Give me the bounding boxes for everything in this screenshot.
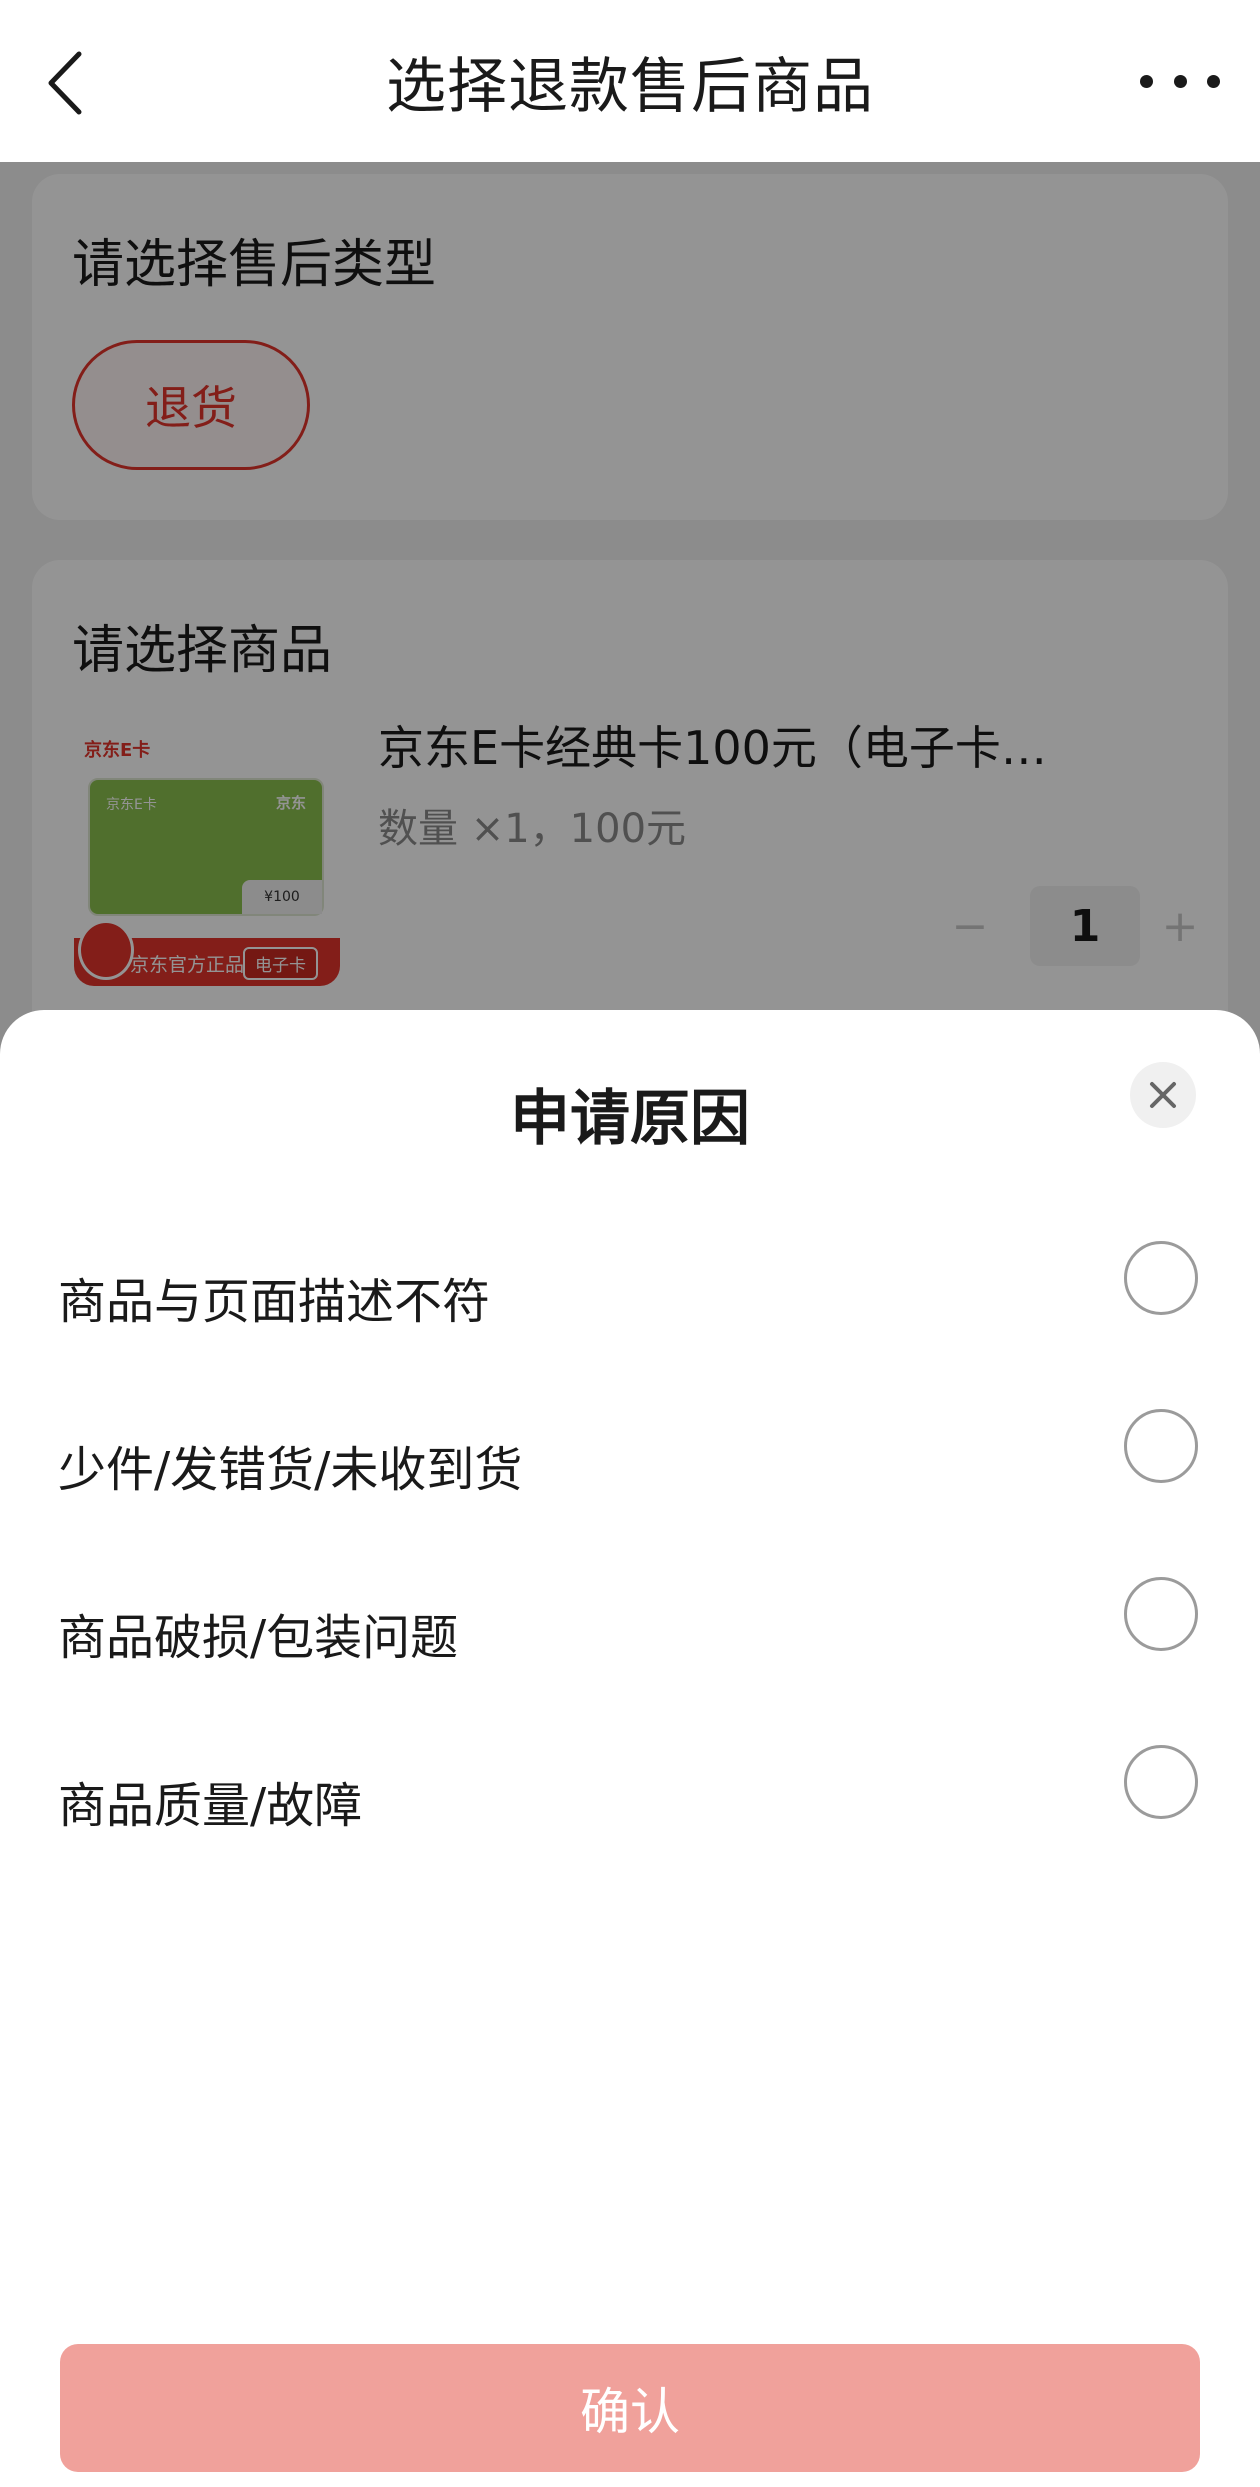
more-options-button[interactable] bbox=[1140, 56, 1220, 106]
reason-bottom-sheet: 申请原因 商品与页面描述不符 少件/发错货/未收到货 商品破损/包装问题 商品质… bbox=[0, 1010, 1260, 2487]
reason-label: 商品破损/包装问题 bbox=[58, 1610, 459, 1666]
page-title: 选择退款售后商品 bbox=[386, 51, 874, 122]
reason-label: 少件/发错货/未收到货 bbox=[58, 1442, 523, 1498]
radio-button[interactable] bbox=[1124, 1409, 1198, 1483]
radio-button[interactable] bbox=[1124, 1745, 1198, 1819]
sheet-title: 申请原因 bbox=[510, 1084, 750, 1154]
confirm-button[interactable]: 确认 bbox=[60, 2344, 1200, 2472]
chevron-left-icon bbox=[48, 51, 82, 115]
reason-label: 商品质量/故障 bbox=[58, 1778, 363, 1834]
more-dot-icon bbox=[1207, 74, 1220, 88]
reason-item[interactable]: 商品质量/故障 bbox=[0, 1714, 1260, 1882]
reason-label: 商品与页面描述不符 bbox=[58, 1274, 491, 1330]
close-icon bbox=[1150, 1082, 1176, 1108]
reason-item[interactable]: 商品与页面描述不符 bbox=[0, 1210, 1260, 1378]
reason-item[interactable]: 少件/发错货/未收到货 bbox=[0, 1378, 1260, 1546]
radio-button[interactable] bbox=[1124, 1577, 1198, 1651]
radio-button[interactable] bbox=[1124, 1241, 1198, 1315]
more-dot-icon bbox=[1140, 74, 1153, 88]
reason-list: 商品与页面描述不符 少件/发错货/未收到货 商品破损/包装问题 商品质量/故障 bbox=[0, 1210, 1260, 1882]
reason-item[interactable]: 商品破损/包装问题 bbox=[0, 1546, 1260, 1714]
close-button[interactable] bbox=[1130, 1062, 1196, 1128]
back-button[interactable] bbox=[40, 48, 90, 118]
top-nav-bar: 选择退款售后商品 bbox=[0, 0, 1260, 162]
more-dot-icon bbox=[1173, 74, 1187, 88]
